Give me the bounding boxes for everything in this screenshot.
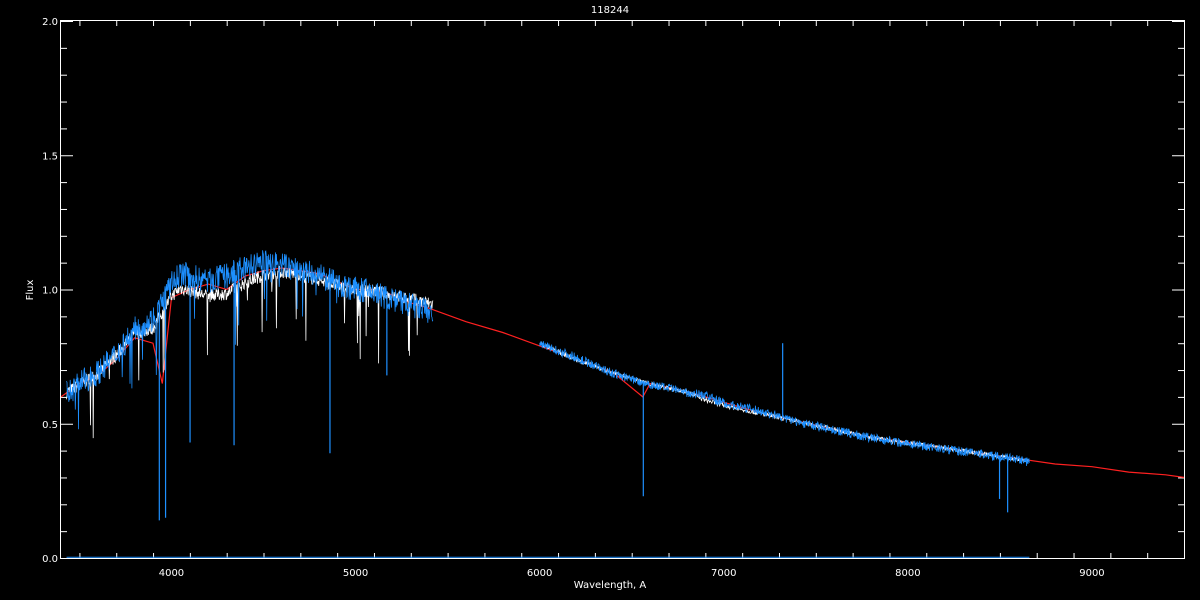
- y-tick-label: 0.0: [42, 554, 58, 565]
- x-axis-label: Wavelength, A: [574, 580, 647, 591]
- series-line-2: [66, 250, 1030, 467]
- y-tick-label: 1.5: [42, 151, 58, 162]
- data-series: [60, 250, 1185, 558]
- y-tick-label: 2.0: [42, 17, 58, 28]
- series-line-1: [66, 266, 1030, 464]
- x-tick-label: 7000: [711, 568, 736, 579]
- x-tick-label: 5000: [343, 568, 368, 579]
- y-tick-label: 1.0: [42, 286, 58, 297]
- x-tick-label: 8000: [895, 568, 920, 579]
- spectrum-plot: 118244 Wavelength, A Flux 4000 5000 6000 70…: [25, 5, 1185, 591]
- chart-title: 118244: [591, 5, 629, 16]
- series-line-0: [60, 267, 1185, 478]
- x-tick-label: 9000: [1079, 568, 1104, 579]
- y-axis-label: Flux: [25, 280, 36, 301]
- y-tick-label: 0.5: [42, 420, 58, 431]
- x-tick-label: 4000: [159, 568, 184, 579]
- x-tick-label: 6000: [527, 568, 552, 579]
